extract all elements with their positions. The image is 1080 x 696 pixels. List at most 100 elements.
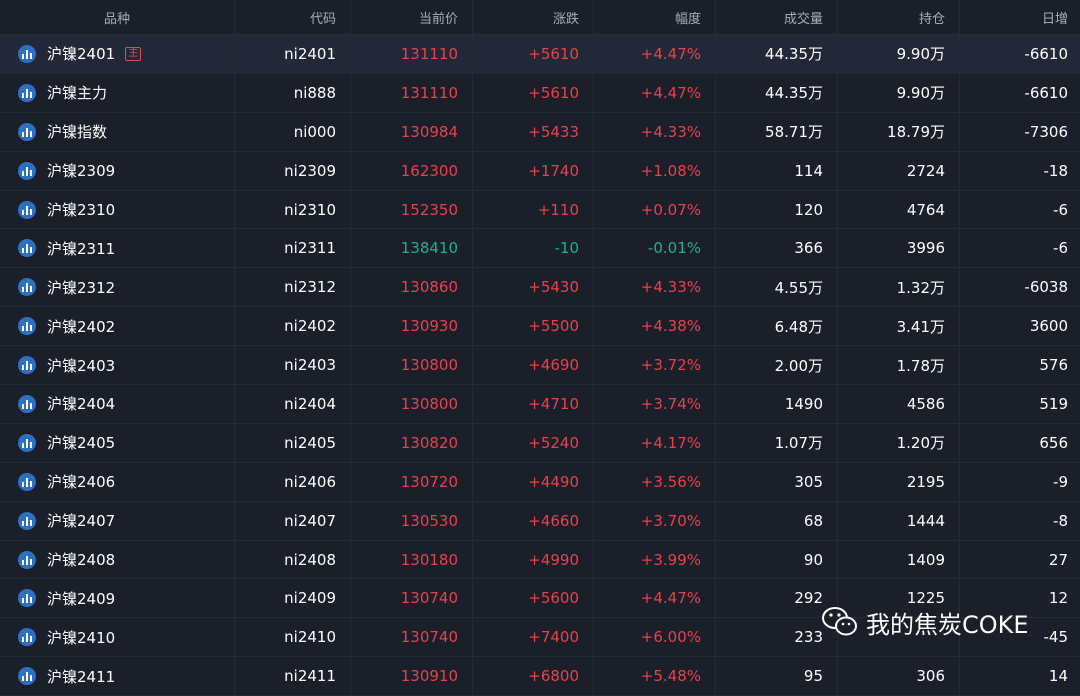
open-interest-cell: 1444: [838, 501, 960, 540]
change-cell: +5240: [473, 423, 594, 462]
price-cell: 130720: [351, 462, 473, 501]
change-cell: -10: [473, 229, 594, 268]
code-cell: ni2408: [235, 540, 351, 579]
header-volume[interactable]: 成交量: [716, 0, 838, 34]
open-interest-cell: 1.78万: [838, 346, 960, 385]
table-row[interactable]: 沪镍2405 ni2405 130820 +5240 +4.17% 1.07万 1.20万 6…: [0, 423, 1080, 463]
variety-cell[interactable]: 沪镍2310: [0, 190, 235, 229]
pct-cell: -0.01%: [594, 229, 716, 268]
variety-cell[interactable]: 沪镍主力: [0, 73, 235, 112]
volume-cell: 95: [716, 657, 838, 696]
variety-cell[interactable]: 沪镍2408: [0, 540, 235, 579]
pct-cell: +4.47%: [594, 35, 716, 73]
header-variety[interactable]: 品种: [0, 0, 235, 34]
variety-cell[interactable]: 沪镍2401 主: [0, 35, 235, 73]
code-cell: ni2312: [235, 268, 351, 307]
variety-cell[interactable]: 沪镍指数: [0, 112, 235, 151]
daily-increase-cell: -7306: [1024, 122, 1068, 141]
pct-cell: +4.47%: [594, 579, 716, 618]
header-change[interactable]: 涨跌: [473, 0, 594, 34]
variety-name: 沪镍2407: [47, 512, 116, 531]
volume-cell: 44.35万: [716, 73, 838, 112]
pct-cell: +4.33%: [594, 268, 716, 307]
variety-cell[interactable]: 沪镍2409: [0, 579, 235, 618]
price-cell: 130820: [351, 423, 473, 462]
pct-cell: +0.07%: [594, 190, 716, 229]
pct-cell: +5.48%: [594, 657, 716, 696]
table-row[interactable]: 沪镍2403 ni2403 130800 +4690 +3.72% 2.00万 1.78万 5…: [0, 346, 1080, 386]
pct-cell: +4.38%: [594, 307, 716, 346]
volume-cell: 58.71万: [716, 112, 838, 151]
price-cell: 131110: [351, 73, 473, 112]
daily-increase-cell: -8: [1053, 511, 1068, 530]
variety-cell[interactable]: 沪镍2407: [0, 501, 235, 540]
header-open-interest[interactable]: 持仓: [838, 0, 960, 34]
variety-cell[interactable]: 沪镍2410: [0, 618, 235, 657]
change-cell: +5500: [473, 307, 594, 346]
volume-cell: 2.00万: [716, 346, 838, 385]
price-cell: 162300: [351, 151, 473, 190]
code-cell: ni000: [235, 112, 351, 151]
variety-cell[interactable]: 沪镍2411: [0, 657, 235, 696]
bar-chart-icon: [18, 394, 36, 413]
table-row[interactable]: 沪镍2404 ni2404 130800 +4710 +3.74% 1490 4586 519: [0, 385, 1080, 424]
bar-chart-icon: [18, 472, 36, 491]
variety-cell[interactable]: 沪镍2402: [0, 307, 235, 346]
pct-cell: +3.74%: [594, 385, 716, 423]
pct-cell: +4.33%: [594, 112, 716, 151]
table-row[interactable]: 沪镍2407 ni2407 130530 +4660 +3.70% 68 1444 -8: [0, 501, 1080, 541]
open-interest-cell: 9.90万: [838, 73, 960, 112]
table-row[interactable]: 沪镍2310 ni2310 152350 +110 +0.07% 120 4764 -6: [0, 190, 1080, 230]
variety-cell[interactable]: 沪镍2311: [0, 229, 235, 268]
open-interest-cell: 1.32万: [838, 268, 960, 307]
pct-cell: +4.17%: [594, 423, 716, 462]
daily-increase-cell: -6038: [1024, 278, 1068, 297]
variety-name: 沪镍2312: [47, 278, 116, 297]
code-cell: ni2409: [235, 579, 351, 618]
table-row[interactable]: 沪镍2311 ni2311 138410 -10 -0.01% 366 3996 -6: [0, 229, 1080, 269]
bar-chart-icon: [18, 161, 36, 180]
main-contract-badge: 主: [125, 46, 142, 61]
variety-name: 沪镍2411: [47, 667, 116, 686]
table-row[interactable]: 沪镍2411 ni2411 130910 +6800 +5.48% 95 306 14: [0, 657, 1080, 696]
table-row[interactable]: 沪镍2309 ni2309 162300 +1740 +1.08% 114 2724 -18: [0, 151, 1080, 191]
table-row[interactable]: 沪镍指数 ni000 130984 +5433 +4.33% 58.71万 18.79万 -7…: [0, 112, 1080, 152]
header-code[interactable]: 代码: [235, 0, 351, 34]
header-pct[interactable]: 幅度: [594, 0, 716, 34]
table-row[interactable]: 沪镍2402 ni2402 130930 +5500 +4.38% 6.48万 3.41万 3…: [0, 307, 1080, 347]
variety-cell[interactable]: 沪镍2404: [0, 385, 235, 423]
variety-cell[interactable]: 沪镍2406: [0, 462, 235, 501]
variety-cell[interactable]: 沪镍2405: [0, 423, 235, 462]
table-header: 品种 代码 当前价 涨跌 幅度 成交量 持仓 日增: [0, 0, 1080, 35]
bar-chart-icon: [18, 667, 36, 686]
bar-chart-icon: [18, 317, 36, 336]
change-cell: +5610: [473, 35, 594, 73]
variety-cell[interactable]: 沪镍2312: [0, 268, 235, 307]
open-interest-cell: 9.90万: [838, 35, 960, 73]
table-row[interactable]: 沪镍2401 主 ni2401 131110 +5610 +4.47% 44.35万 9.90…: [0, 35, 1080, 74]
variety-name: 沪镍2408: [47, 551, 116, 570]
pct-cell: +1.08%: [594, 151, 716, 190]
bar-chart-icon: [18, 628, 36, 647]
table-row[interactable]: 沪镍2312 ni2312 130860 +5430 +4.33% 4.55万 1.32万 -…: [0, 268, 1080, 308]
bar-chart-icon: [18, 550, 36, 569]
table-row[interactable]: 沪镍2406 ni2406 130720 +4490 +3.56% 305 2195 -9: [0, 462, 1080, 502]
table-row[interactable]: 沪镍主力 ni888 131110 +5610 +4.47% 44.35万 9.90万 -66…: [0, 73, 1080, 113]
price-cell: 130530: [351, 501, 473, 540]
header-daily-increase[interactable]: 日增: [960, 0, 1080, 34]
price-cell: 130800: [351, 385, 473, 423]
open-interest-cell: 4586: [838, 385, 960, 423]
variety-name: 沪镍2404: [47, 395, 116, 414]
code-cell: ni2402: [235, 307, 351, 346]
volume-cell: 1490: [716, 385, 838, 423]
table-body: 沪镍2401 主 ni2401 131110 +5610 +4.47% 44.35万 9.90…: [0, 35, 1080, 696]
variety-cell[interactable]: 沪镍2403: [0, 346, 235, 385]
watermark: 我的焦炭COKE: [820, 604, 1029, 640]
header-price[interactable]: 当前价: [351, 0, 473, 34]
price-cell: 130740: [351, 618, 473, 657]
variety-cell[interactable]: 沪镍2309: [0, 151, 235, 190]
bar-chart-icon: [18, 83, 36, 102]
table-row[interactable]: 沪镍2408 ni2408 130180 +4990 +3.99% 90 1409 27: [0, 540, 1080, 580]
volume-cell: 44.35万: [716, 35, 838, 73]
volume-cell: 68: [716, 501, 838, 540]
